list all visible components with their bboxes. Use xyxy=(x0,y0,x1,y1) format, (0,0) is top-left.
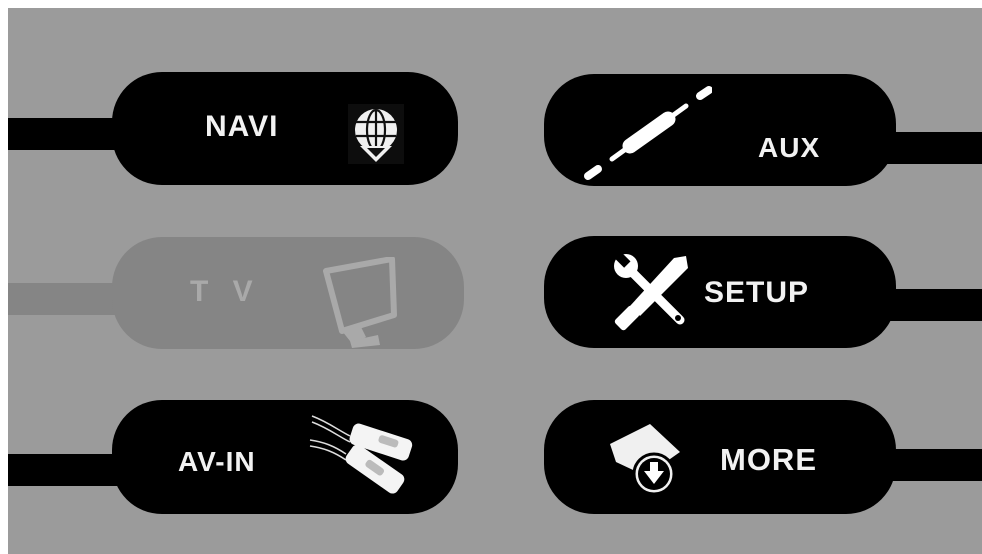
navi-label: NAVI xyxy=(205,110,279,143)
navi-button[interactable]: NAVI xyxy=(112,72,458,185)
avin-label: AV-IN xyxy=(178,446,256,477)
tv-button[interactable]: T V xyxy=(112,237,464,349)
monitor-icon xyxy=(320,257,404,349)
globe-download-icon xyxy=(348,104,404,164)
wrench-screwdriver-icon xyxy=(612,252,692,332)
setup-label: SETUP xyxy=(704,276,810,309)
aux-label: AUX xyxy=(758,132,821,163)
avin-button[interactable]: AV-IN xyxy=(112,400,458,514)
cable-icon xyxy=(582,82,712,182)
more-button[interactable]: MORE xyxy=(544,400,896,514)
tv-label: T V xyxy=(190,275,261,308)
aux-button[interactable]: AUX xyxy=(544,74,896,186)
menu-screen: NAVI AUX T V SETUP AV-IN MORE xyxy=(8,8,982,554)
setup-button[interactable]: SETUP xyxy=(544,236,896,348)
rca-plugs-icon xyxy=(308,412,428,494)
more-label: MORE xyxy=(720,442,817,477)
box-download-icon xyxy=(606,420,688,498)
